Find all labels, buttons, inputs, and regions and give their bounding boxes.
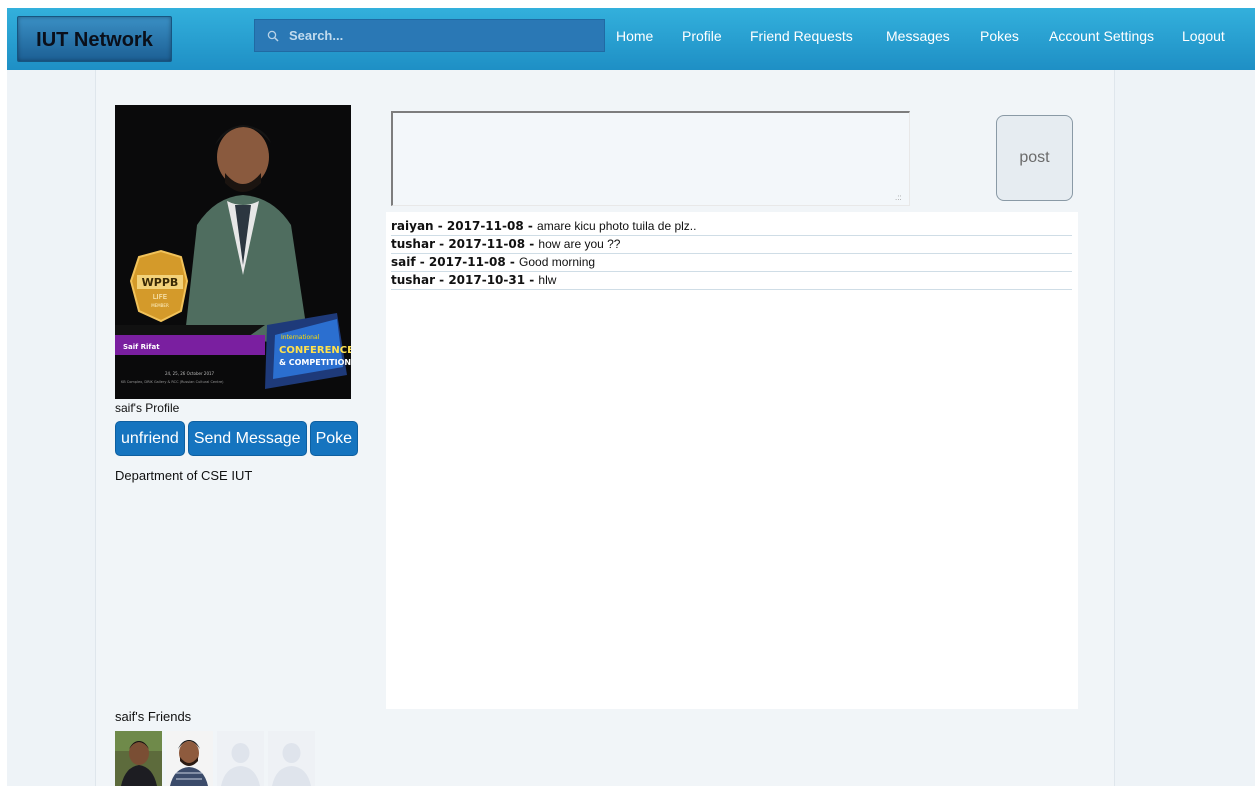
friend-avatar[interactable] bbox=[166, 731, 213, 786]
event-line-1: International bbox=[281, 334, 320, 341]
friend-avatar-placeholder[interactable] bbox=[268, 731, 315, 786]
feed-item-meta[interactable]: tushar - 2017-11-08 - bbox=[391, 237, 538, 251]
badge-title: WPPB bbox=[142, 276, 179, 289]
nav-messages[interactable]: Messages bbox=[886, 28, 950, 44]
nav-logout[interactable]: Logout bbox=[1182, 28, 1225, 44]
badge-member: MEMBER bbox=[151, 303, 169, 308]
main-nav: Home Profile Friend Requests Messages Po… bbox=[7, 8, 1255, 64]
feed-item-text: amare kicu photo tuila de plz.. bbox=[537, 219, 697, 233]
top-navigation-bar: IUT Network Home Profile Friend Requests… bbox=[7, 8, 1255, 70]
status-feed: raiyan - 2017-11-08 - amare kicu photo t… bbox=[386, 212, 1078, 709]
resize-grip-icon[interactable]: .:: bbox=[895, 193, 902, 202]
friends-title: saif's Friends bbox=[115, 709, 192, 724]
feed-item-meta[interactable]: raiyan - 2017-11-08 - bbox=[391, 219, 537, 233]
profile-title: saif's Profile bbox=[115, 401, 180, 415]
event-venue: KB Complex, DRIK Gallery & RCC (Russian … bbox=[121, 380, 224, 384]
friend-avatar-placeholder[interactable] bbox=[217, 731, 264, 786]
profile-department: Department of CSE IUT bbox=[115, 468, 253, 483]
event-line-2: CONFERENCE bbox=[279, 345, 351, 356]
feed-item: raiyan - 2017-11-08 - amare kicu photo t… bbox=[391, 218, 1072, 236]
feed-item-text: how are you ?? bbox=[538, 237, 621, 251]
poster-name: Saif Rifat bbox=[123, 343, 160, 351]
profile-picture[interactable]: Saif Rifat WPPB LIFE MEMBER Internationa… bbox=[115, 105, 351, 399]
send-message-button[interactable]: Send Message bbox=[187, 421, 307, 456]
nav-account-settings[interactable]: Account Settings bbox=[1049, 28, 1154, 44]
profile-actions: unfriend Send Message Poke bbox=[115, 421, 359, 456]
feed-item: tushar - 2017-11-08 - how are you ?? bbox=[391, 236, 1072, 254]
post-textarea[interactable] bbox=[391, 111, 910, 206]
event-line-3: & COMPETITION bbox=[279, 358, 351, 367]
unfriend-button[interactable]: unfriend bbox=[115, 421, 185, 456]
nav-profile[interactable]: Profile bbox=[682, 28, 722, 44]
event-dates: 24, 25, 26 October 2017 bbox=[165, 371, 215, 376]
feed-item: tushar - 2017-10-31 - hlw bbox=[391, 272, 1072, 290]
nav-friend-requests[interactable]: Friend Requests bbox=[750, 28, 853, 44]
poke-button[interactable]: Poke bbox=[309, 421, 359, 456]
feed-item-text: Good morning bbox=[519, 255, 596, 269]
feed-item-meta[interactable]: tushar - 2017-10-31 - bbox=[391, 273, 538, 287]
friends-list bbox=[115, 731, 315, 786]
feed-item-text: hlw bbox=[538, 273, 557, 287]
feed-item-meta[interactable]: saif - 2017-11-08 - bbox=[391, 255, 519, 269]
badge-life: LIFE bbox=[153, 293, 167, 301]
friend-avatar[interactable] bbox=[115, 731, 162, 786]
post-button[interactable]: post bbox=[996, 115, 1073, 201]
feed-item: saif - 2017-11-08 - Good morning bbox=[391, 254, 1072, 272]
nav-pokes[interactable]: Pokes bbox=[980, 28, 1019, 44]
nav-home[interactable]: Home bbox=[616, 28, 653, 44]
